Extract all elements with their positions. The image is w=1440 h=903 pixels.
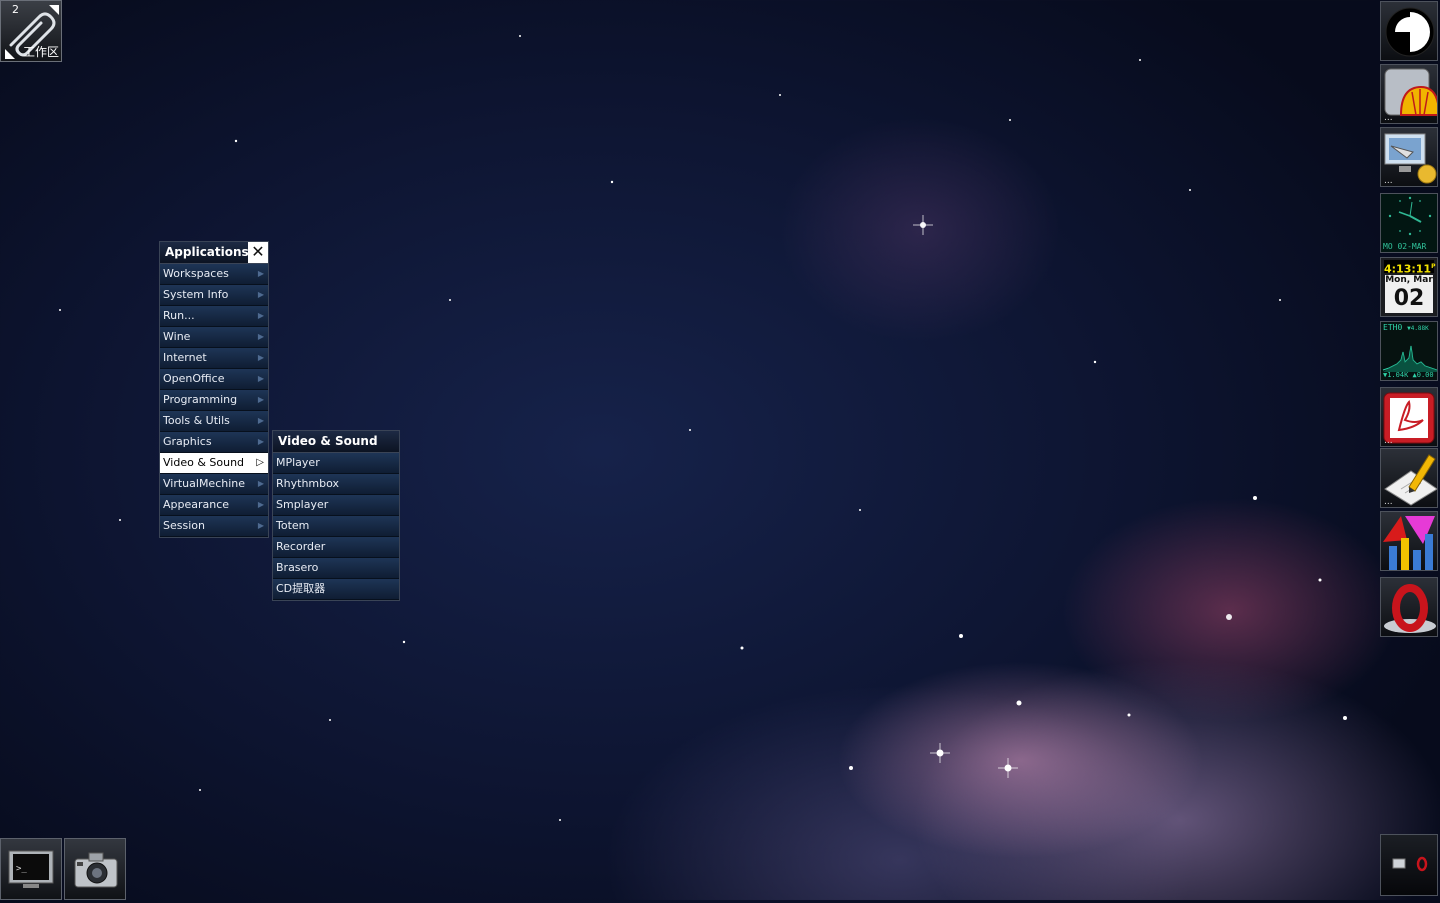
dock-analog-clock[interactable]: MO 02-MAR [1380, 193, 1438, 253]
menu-item-appearance[interactable]: Appearance ▶ [160, 495, 268, 516]
submenu-arrow-icon: ▶ [257, 416, 264, 425]
calendar-weekday-month: Mon, Mar [1385, 275, 1433, 285]
submenu-arrow-icon: ▷ [256, 457, 264, 468]
menu-item-label: Appearance [163, 498, 230, 511]
submenu-arrow-icon: ▶ [257, 374, 264, 383]
menu-item-label: System Info [163, 288, 229, 301]
calendar-day: 02 [1393, 286, 1425, 311]
analog-clock-icon [1388, 196, 1432, 236]
half-moon-icon [1385, 7, 1435, 57]
submenu-arrow-icon: ▶ [257, 395, 264, 404]
menu-title: Applications ✕ [160, 242, 268, 264]
submenu-arrow-icon: ▶ [257, 437, 264, 446]
submenu-item-recorder[interactable]: Recorder [273, 537, 399, 558]
submenu-item-label: Recorder [276, 540, 326, 553]
menu-item-tools-utils[interactable]: Tools & Utils ▶ [160, 411, 268, 432]
submenu-arrow-icon: ▶ [257, 290, 264, 299]
dock-office-charts[interactable] [1380, 511, 1438, 571]
dock-calendar-clock[interactable]: 4:13:11P Mon, Mar 02 [1380, 257, 1438, 317]
menu-item-internet[interactable]: Internet ▶ [160, 348, 268, 369]
submenu-arrow-icon: ▶ [257, 521, 264, 530]
dock-dots: ... [1384, 497, 1393, 507]
dock-dots: ... [1384, 436, 1393, 446]
submenu-title-text: Video & Sound [278, 434, 378, 448]
submenu-item-mplayer[interactable]: MPlayer [273, 453, 399, 474]
menu-item-graphics[interactable]: Graphics ▶ [160, 432, 268, 453]
opera-icon [1384, 584, 1436, 633]
menu-item-label: Video & Sound [163, 456, 245, 469]
dock-text-editor[interactable]: ... [1380, 448, 1438, 508]
submenu-item-label: Totem [276, 519, 310, 532]
camera-icon [74, 852, 118, 888]
dock-network-monitor[interactable]: ETH0 ▼4.88K ▼1.04K ▲0.00 [1380, 321, 1438, 381]
menu-item-run[interactable]: Run... ▶ [160, 306, 268, 327]
menu-item-label: Tools & Utils [163, 414, 230, 427]
menu-item-label: Internet [163, 351, 207, 364]
menu-title-text: Applications [165, 245, 249, 259]
menu-item-wine[interactable]: Wine ▶ [160, 327, 268, 348]
submenu-item-smplayer[interactable]: Smplayer [273, 495, 399, 516]
submenu-arrow-icon: ▶ [257, 479, 264, 488]
submenu-item-totem[interactable]: Totem [273, 516, 399, 537]
menu-item-label: Run... [163, 309, 195, 322]
video-sound-submenu: Video & Sound MPlayer Rhythmbox Smplayer… [272, 430, 400, 601]
submenu-item-cd-ripper[interactable]: CD提取器 [273, 579, 399, 600]
dock-opera-browser[interactable] [1380, 577, 1438, 637]
submenu-item-label: Smplayer [276, 498, 329, 511]
menu-item-label: Programming [163, 393, 238, 406]
digital-time: 4:13:11P [1384, 260, 1435, 276]
submenu-arrow-icon: ▶ [257, 500, 264, 509]
dock-dots: ... [1384, 113, 1393, 123]
analog-clock-date: MO 02-MAR [1383, 242, 1427, 251]
menu-item-label: Workspaces [163, 267, 229, 280]
menu-item-label: OpenOffice [163, 372, 225, 385]
submenu-arrow-icon: ▶ [257, 353, 264, 362]
dock-system-tools[interactable]: ... [1380, 127, 1438, 187]
dock-system-tray[interactable] [1380, 834, 1438, 896]
menu-item-workspaces[interactable]: Workspaces ▶ [160, 264, 268, 285]
submenu-item-label: Brasero [276, 561, 319, 574]
tray-icons [1392, 856, 1428, 872]
submenu-title: Video & Sound [273, 431, 399, 453]
submenu-item-label: MPlayer [276, 456, 320, 469]
workspace-pager[interactable]: 2 工作区 [0, 0, 62, 62]
terminal-icon: >_ [8, 850, 54, 888]
dock-dots: ... [1384, 176, 1393, 186]
submenu-arrow-icon: ▶ [257, 269, 264, 278]
dock-terminal-shell[interactable]: ... [1380, 64, 1438, 124]
dock-main-tile[interactable] [1380, 1, 1438, 61]
submenu-item-label: CD提取器 [276, 582, 326, 595]
submenu-arrow-icon: ▶ [257, 311, 264, 320]
workspace-label: 工作区 [22, 45, 59, 59]
network-bottom-rates: ▼1.04K ▲0.00 [1383, 371, 1434, 379]
launcher-screenshot[interactable] [64, 838, 126, 900]
chart-app-icon [1383, 516, 1435, 570]
menu-item-session[interactable]: Session ▶ [160, 516, 268, 537]
menu-item-label: VirtualMechine [163, 477, 246, 490]
menu-item-programming[interactable]: Programming ▶ [160, 390, 268, 411]
svg-text:>_: >_ [16, 864, 27, 874]
menu-item-openoffice[interactable]: OpenOffice ▶ [160, 369, 268, 390]
submenu-item-rhythmbox[interactable]: Rhythmbox [273, 474, 399, 495]
submenu-arrow-icon: ▶ [257, 332, 264, 341]
dock-pdf-reader[interactable]: ... [1380, 387, 1438, 447]
menu-item-virtualmechine[interactable]: VirtualMechine ▶ [160, 474, 268, 495]
close-icon[interactable]: ✕ [248, 242, 268, 263]
menu-item-label: Wine [163, 330, 191, 343]
menu-item-system-info[interactable]: System Info ▶ [160, 285, 268, 306]
submenu-item-brasero[interactable]: Brasero [273, 558, 399, 579]
menu-item-label: Graphics [163, 435, 212, 448]
menu-item-label: Session [163, 519, 205, 532]
launcher-terminal[interactable]: >_ [0, 838, 62, 900]
menu-item-video-sound[interactable]: Video & Sound ▷ [160, 453, 268, 474]
applications-menu: Applications ✕ Workspaces ▶ System Info ▶ … [159, 241, 269, 538]
submenu-item-label: Rhythmbox [276, 477, 340, 490]
calendar-date: Mon, Mar 02 [1385, 275, 1433, 313]
